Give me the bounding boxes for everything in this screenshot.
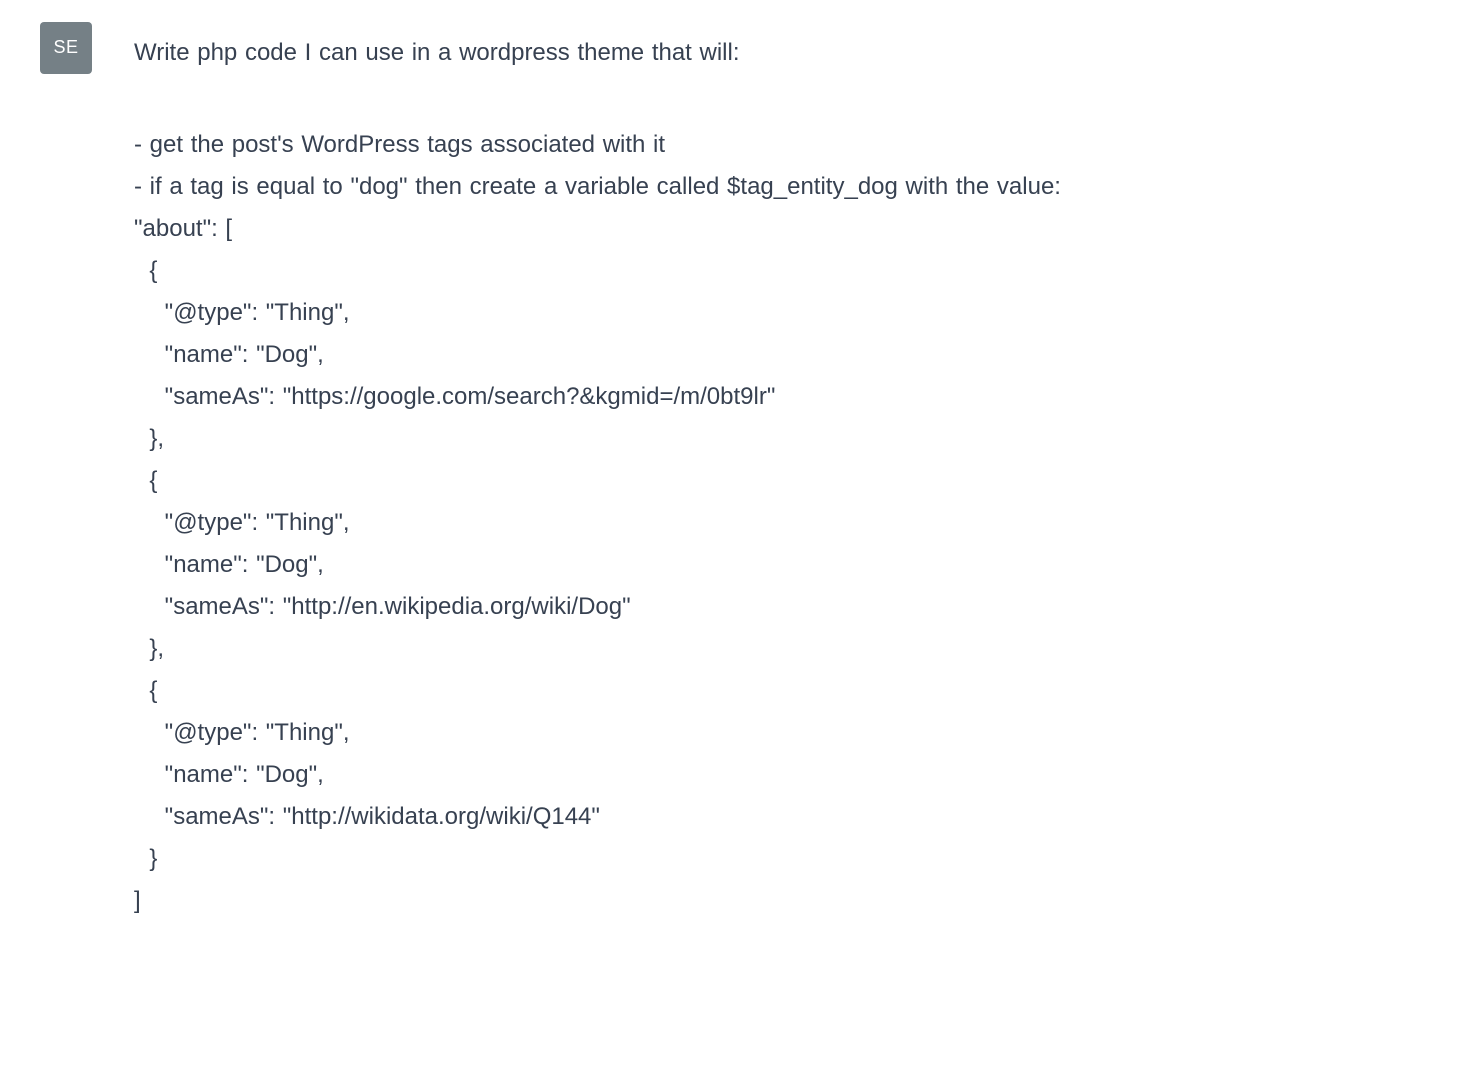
body-line: "about": [ — [134, 208, 1434, 250]
body-line: { — [134, 670, 1434, 712]
body-line: "name": "Dog", — [134, 544, 1434, 586]
body-line: } — [134, 838, 1434, 880]
body-line: "sameAs": "http://wikidata.org/wiki/Q144… — [134, 796, 1434, 838]
intro-text: Write php code I can use in a wordpress … — [134, 32, 1434, 74]
body-line: "name": "Dog", — [134, 754, 1434, 796]
body-line: "sameAs": "http://en.wikipedia.org/wiki/… — [134, 586, 1434, 628]
body-line: - get the post's WordPress tags associat… — [134, 124, 1434, 166]
body-line: "@type": "Thing", — [134, 712, 1434, 754]
avatar-initials: SE — [53, 32, 78, 64]
body-line: - if a tag is equal to "dog" then create… — [134, 166, 1434, 208]
message-content: Write php code I can use in a wordpress … — [134, 22, 1434, 922]
body-line: }, — [134, 418, 1434, 460]
body-line: "@type": "Thing", — [134, 502, 1434, 544]
body-line: }, — [134, 628, 1434, 670]
body-line: { — [134, 250, 1434, 292]
body-line: "@type": "Thing", — [134, 292, 1434, 334]
message-container: SE Write php code I can use in a wordpre… — [40, 22, 1434, 922]
body-line: "sameAs": "https://google.com/search?&kg… — [134, 376, 1434, 418]
message-body: - get the post's WordPress tags associat… — [134, 124, 1434, 922]
body-line: "name": "Dog", — [134, 334, 1434, 376]
body-line: { — [134, 460, 1434, 502]
user-avatar: SE — [40, 22, 92, 74]
body-line: ] — [134, 880, 1434, 922]
